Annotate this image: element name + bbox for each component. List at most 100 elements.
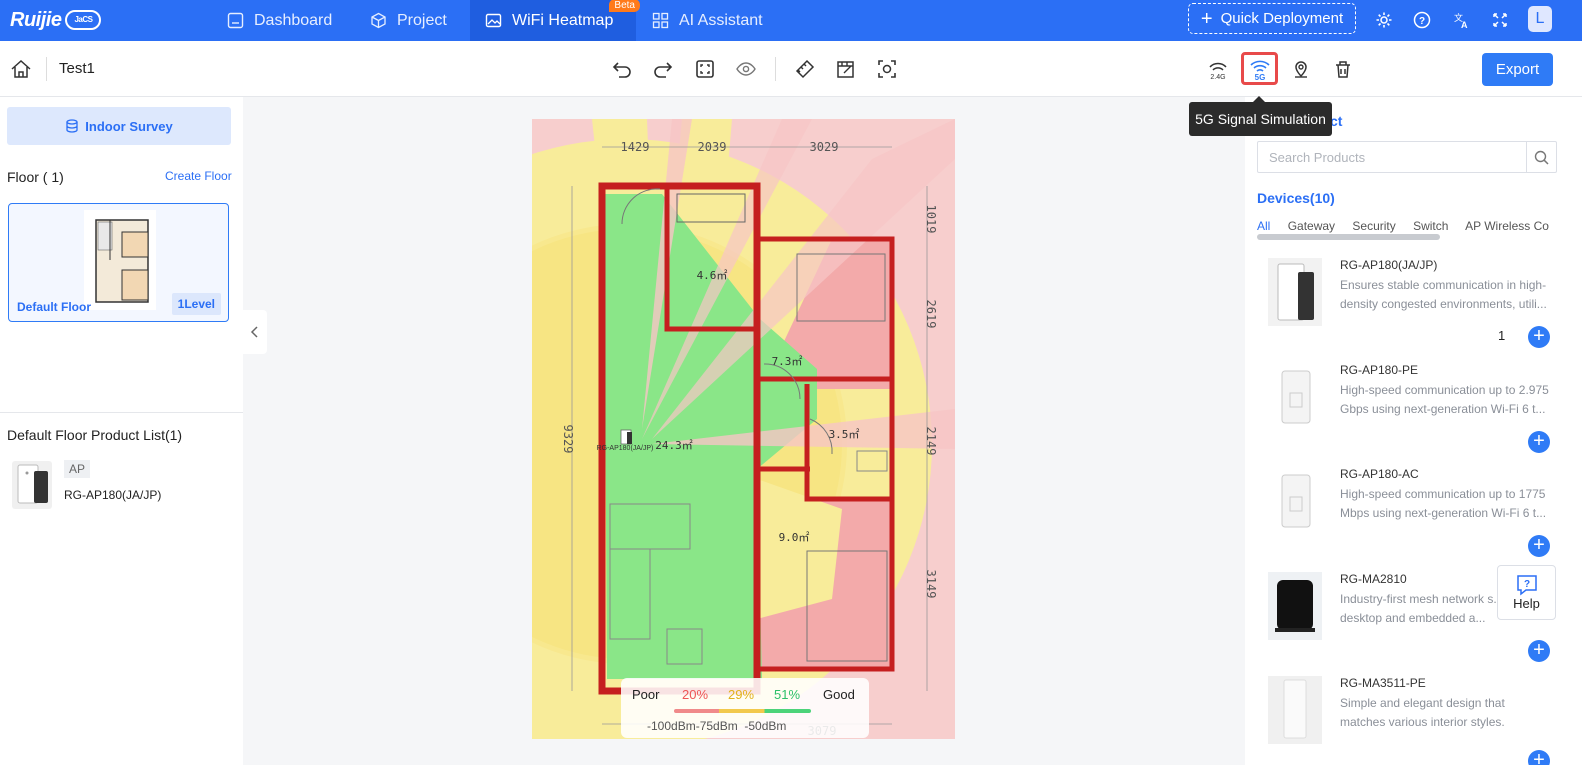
help-circle-icon[interactable]: ?: [1410, 8, 1434, 32]
product-item[interactable]: RG-AP180-AC High-speed communication up …: [1245, 467, 1582, 571]
product-name: RG-AP180(JA/JP): [64, 488, 162, 502]
wall-draw-icon[interactable]: [834, 57, 858, 81]
product-list-title: Default Floor Product List(1): [7, 427, 183, 443]
trash-icon[interactable]: [1331, 57, 1355, 81]
product-name: RG-AP180-PE: [1340, 363, 1419, 377]
avatar[interactable]: L: [1528, 6, 1552, 32]
product-description: High-speed communication up to 1775 Mbps…: [1340, 487, 1547, 520]
category-tab[interactable]: Gateway: [1288, 219, 1335, 233]
product-name: RG-AP180(JA/JP): [1340, 258, 1438, 272]
legend-poor: Poor: [632, 687, 660, 702]
search-icon[interactable]: [1526, 142, 1556, 172]
product-type-badge: AP: [64, 460, 91, 478]
room-area-label: 7.3㎡: [772, 355, 803, 368]
svg-text:A: A: [1461, 20, 1468, 29]
product-image: [1268, 572, 1322, 640]
tab-project[interactable]: Project: [370, 0, 470, 41]
tab-wifi-heatmap-label: WiFi Heatmap: [512, 11, 614, 29]
signal-legend: Poor 20% 29% 51% Good -100dBm-75dBm -50d…: [621, 678, 869, 738]
ruijie-logo[interactable]: Ruijie JaCS: [10, 5, 102, 35]
divider: [0, 412, 243, 413]
add-product-button[interactable]: +: [1528, 535, 1550, 557]
settings-icon[interactable]: [1372, 8, 1396, 32]
plus-icon: +: [1200, 7, 1213, 30]
product-thumb: [12, 461, 52, 509]
heatmap-canvas[interactable]: 1429 2039 3029 1019 2619 2149 3149 9329 …: [532, 119, 955, 739]
category-tab[interactable]: Switch: [1413, 219, 1448, 233]
band-24g-icon[interactable]: 2.4G: [1206, 57, 1230, 81]
redo-icon[interactable]: [651, 57, 675, 81]
product-item[interactable]: RG-MA3511-PE Simple and elegant design t…: [1245, 676, 1582, 765]
product-description: Simple and elegant design that matches v…: [1340, 696, 1505, 729]
product-image: [1268, 467, 1322, 535]
floor-name: Default Floor: [17, 300, 91, 314]
product-name: RG-MA3511-PE: [1340, 676, 1426, 690]
tab-project-label: Project: [397, 11, 447, 29]
eye-icon[interactable]: [734, 57, 758, 81]
product-name: RG-AP180-AC: [1340, 467, 1419, 481]
product-item[interactable]: RG-AP180-PE High-speed communication up …: [1245, 363, 1582, 467]
product-image: [1268, 258, 1322, 326]
product-item[interactable]: RG-AP180(JA/JP) Ensures stable communica…: [1245, 258, 1582, 362]
translate-icon[interactable]: 文A: [1450, 8, 1474, 32]
floor-level-badge: 1Level: [171, 293, 221, 315]
scan-icon[interactable]: [875, 57, 899, 81]
fit-screen-icon[interactable]: [693, 57, 717, 81]
product-description: High-speed communication up to 2.975 Gbp…: [1340, 383, 1549, 416]
cube-icon: [371, 12, 386, 29]
floor-thumbnail: [84, 210, 156, 310]
floorplan-heatmap[interactable]: 1429 2039 3029 1019 2619 2149 3149 9329 …: [532, 119, 955, 739]
active-tool-highlight: [1241, 52, 1278, 85]
tab-dashboard[interactable]: Dashboard: [227, 0, 357, 41]
export-button[interactable]: Export: [1482, 53, 1553, 86]
logo-text: Ruijie: [10, 8, 62, 31]
dimension-label: 2149: [924, 427, 938, 456]
add-product-button[interactable]: +: [1528, 640, 1550, 662]
project-title: Test1: [59, 60, 95, 77]
access-point-icon: [17, 464, 48, 504]
dimension-label: 3029: [810, 140, 839, 154]
add-product-button[interactable]: +: [1528, 750, 1550, 765]
chevron-left-icon: [250, 326, 258, 338]
product-image: [1268, 363, 1322, 431]
search-input[interactable]: Search Products: [1257, 141, 1557, 173]
home-icon[interactable]: [9, 57, 33, 81]
chat-help-icon: ?: [1516, 575, 1537, 596]
category-tab[interactable]: All: [1257, 219, 1270, 233]
undo-icon[interactable]: [610, 57, 634, 81]
cloud-tag: JaCS: [65, 10, 102, 30]
left-panel: Indoor Survey Floor ( 1) Create Floor De…: [0, 97, 243, 765]
tab-ai-assistant[interactable]: AI Assistant: [652, 0, 782, 41]
legend-gradient-bar: [674, 709, 811, 713]
grid-icon: [652, 12, 669, 29]
category-scrollbar[interactable]: [1257, 234, 1440, 240]
legend-poor-percent: 20%: [682, 687, 709, 702]
location-pin-icon[interactable]: [1289, 57, 1313, 81]
svg-text:?: ?: [1419, 16, 1425, 27]
add-product-button[interactable]: +: [1528, 326, 1550, 348]
fullscreen-icon[interactable]: [1488, 8, 1512, 32]
quick-deployment-button[interactable]: + Quick Deployment: [1188, 3, 1356, 34]
create-floor-link[interactable]: Create Floor: [165, 169, 232, 183]
dimension-label: 3149: [924, 570, 938, 599]
right-panel: ct Search Products Devices(10) All Gatew…: [1245, 97, 1582, 765]
product-image: [1268, 676, 1322, 744]
search-placeholder: Search Products: [1269, 150, 1366, 165]
divider: [775, 57, 776, 81]
dashboard-icon: [227, 12, 244, 29]
legend-good-percent: 51%: [774, 687, 801, 702]
legend-fair-percent: 29%: [728, 687, 755, 702]
dimension-label: 1429: [621, 140, 650, 154]
indoor-survey-button[interactable]: Indoor Survey: [7, 107, 231, 145]
help-button[interactable]: ? Help: [1497, 565, 1556, 620]
floor-card[interactable]: Default Floor 1Level: [8, 203, 229, 322]
category-tab[interactable]: AP Wireless Co: [1465, 219, 1549, 233]
tab-wifi-heatmap[interactable]: WiFi Heatmap Beta: [470, 0, 640, 41]
dimension-label: 1019: [924, 205, 938, 234]
ruler-icon[interactable]: [793, 57, 817, 81]
add-product-button[interactable]: +: [1528, 431, 1550, 453]
category-tab[interactable]: Security: [1352, 219, 1395, 233]
collapse-panel-button[interactable]: [243, 310, 267, 354]
tab-ai-assistant-label: AI Assistant: [679, 11, 763, 29]
app-root: Ruijie JaCS Dashboard Project WiFi Heatm…: [0, 0, 1582, 765]
